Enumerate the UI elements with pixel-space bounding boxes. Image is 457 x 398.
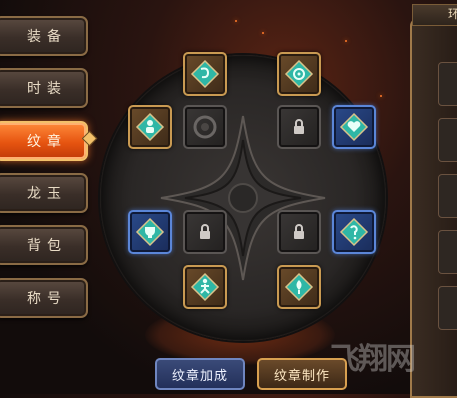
tab-label: 称号 — [27, 291, 67, 307]
tab-fashion[interactable]: 时装 — [0, 68, 88, 108]
tab-label: 背包 — [27, 238, 67, 254]
slot-bottom-right[interactable] — [277, 265, 321, 309]
rune-runner-icon — [190, 272, 220, 302]
slot-top-right[interactable] — [277, 52, 321, 96]
slot-upper-right[interactable] — [332, 105, 376, 149]
ember-particle — [235, 20, 237, 22]
tab-label: 时装 — [27, 81, 67, 97]
right-panel-slot[interactable] — [438, 230, 457, 274]
empty-socket-icon — [193, 115, 217, 139]
tab-emblem[interactable]: 纹章 — [0, 121, 88, 161]
slot-upper-inner-right[interactable] — [277, 105, 321, 149]
tab-backpack[interactable]: 背包 — [0, 225, 88, 265]
slot-upper-inner-left[interactable] — [183, 105, 227, 149]
tab-label: 纹章 — [27, 134, 67, 150]
slot-bottom-left[interactable] — [183, 265, 227, 309]
ember-particle — [380, 95, 382, 97]
lock-icon — [294, 224, 304, 239]
rune-heart-icon — [339, 112, 369, 142]
tab-equipment[interactable]: 装备 — [0, 16, 88, 56]
right-panel-slot[interactable] — [438, 174, 457, 218]
ember-particle — [262, 32, 264, 34]
slot-lower-inner-left[interactable] — [183, 210, 227, 254]
slot-top-left[interactable] — [183, 52, 227, 96]
right-panel-title: 环 — [448, 7, 457, 21]
lock-icon — [200, 224, 210, 239]
right-panel-slot[interactable] — [438, 118, 457, 162]
slot-upper-left[interactable] — [128, 105, 172, 149]
slot-lower-right[interactable] — [332, 210, 376, 254]
rune-spiral-icon — [284, 59, 314, 89]
tab-dragon-jade[interactable]: 龙玉 — [0, 173, 88, 213]
tab-title[interactable]: 称号 — [0, 278, 88, 318]
slot-lower-inner-right[interactable] — [277, 210, 321, 254]
watermark: 飞翔网 — [330, 342, 416, 377]
rune-swirl-icon — [190, 59, 220, 89]
right-panel-slot[interactable] — [438, 62, 457, 106]
tab-label: 龙玉 — [27, 186, 67, 202]
right-panel-slot[interactable] — [438, 286, 457, 330]
slot-lower-left[interactable] — [128, 210, 172, 254]
rune-hook-icon — [339, 217, 369, 247]
tab-label: 装备 — [27, 29, 67, 45]
rune-person-icon — [135, 112, 165, 142]
rune-trophy-icon — [135, 217, 165, 247]
ember-particle — [345, 40, 347, 42]
emblem-bonus-button[interactable]: 纹章加成 — [155, 358, 245, 390]
lock-icon — [294, 119, 304, 134]
rune-flame-icon — [284, 272, 314, 302]
